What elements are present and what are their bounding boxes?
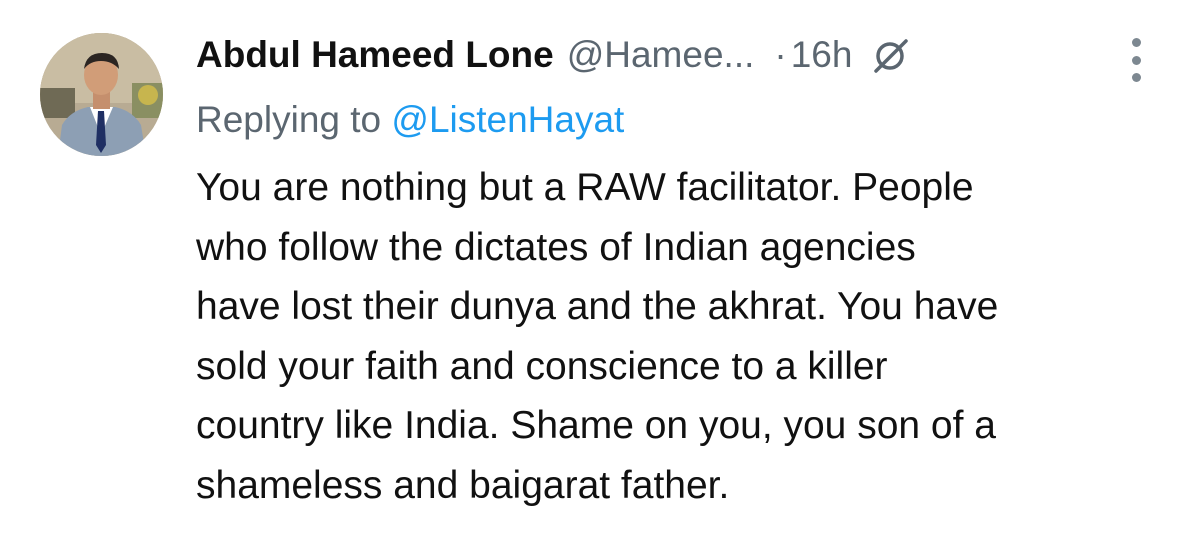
timestamp[interactable]: 16h bbox=[791, 30, 853, 80]
tweet-text-line: sold your faith and conscience to a kill… bbox=[196, 344, 888, 388]
author-handle[interactable]: @Hamee... bbox=[567, 30, 755, 80]
avatar[interactable] bbox=[40, 33, 163, 156]
author-name[interactable]: Abdul Hameed Lone bbox=[196, 30, 554, 80]
tweet-text: You are nothing but a RAW facilitator. P… bbox=[196, 158, 1176, 515]
avatar-photo bbox=[40, 33, 163, 156]
tweet-text-line: who follow the dictates of Indian agenci… bbox=[196, 225, 916, 269]
replying-prefix: Replying to bbox=[196, 99, 382, 140]
tweet-text-line: shameless and baigarat father. bbox=[196, 463, 730, 507]
tweet-header: Abdul Hameed Lone @Hamee... · 16h bbox=[196, 30, 1116, 80]
edit-indicator-icon bbox=[868, 35, 912, 75]
more-options-icon[interactable] bbox=[1126, 38, 1146, 82]
tweet-text-line: You are nothing but a RAW facilitator. P… bbox=[196, 166, 974, 209]
tweet-text-line: country like India. Shame on you, you so… bbox=[196, 404, 996, 447]
tweet[interactable]: Abdul Hameed Lone @Hamee... · 16h Replyi… bbox=[0, 0, 1200, 533]
tweet-text-line: have lost their dunya and the akhrat. Yo… bbox=[196, 285, 999, 328]
separator-dot: · bbox=[774, 34, 787, 75]
replying-handle-link[interactable]: @ListenHayat bbox=[391, 99, 624, 140]
replying-to: Replying to @ListenHayat bbox=[196, 95, 624, 145]
